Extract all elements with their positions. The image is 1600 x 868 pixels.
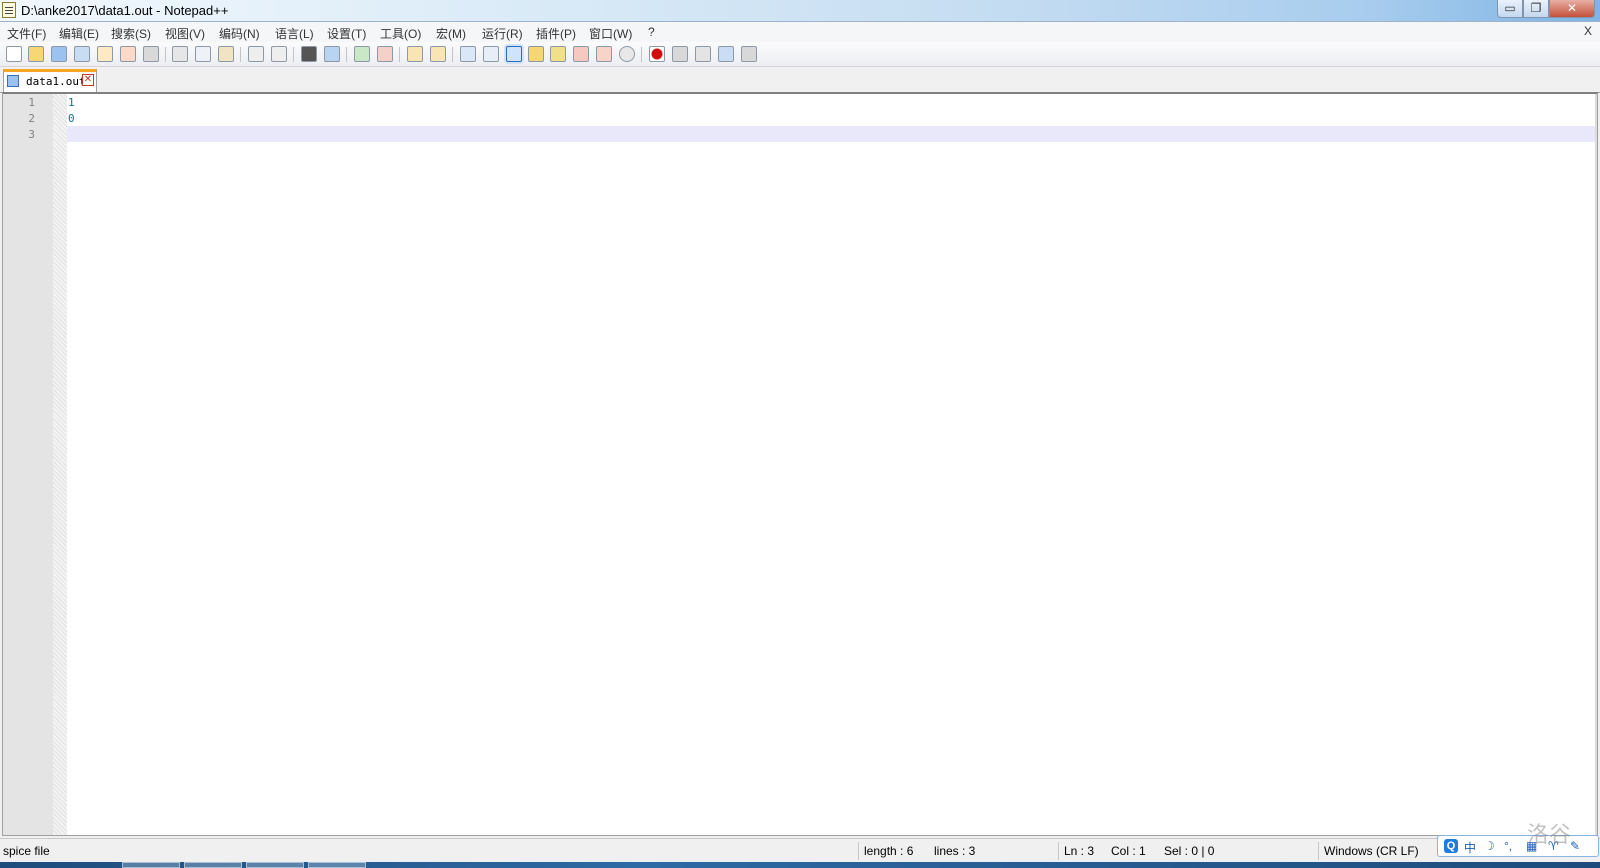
fold-margin[interactable] — [53, 94, 67, 835]
user-language-icon[interactable] — [528, 46, 544, 62]
restore-button[interactable]: ❐ — [1523, 0, 1549, 18]
window-title: D:\anke2017\data1.out - Notepad++ — [21, 3, 229, 18]
monitoring-icon[interactable] — [619, 46, 635, 62]
play-macro-icon[interactable] — [695, 46, 711, 62]
close-window-button[interactable]: ✕ — [1549, 0, 1595, 18]
close-all-icon[interactable] — [120, 46, 136, 62]
menu-window[interactable]: 窗口(W) — [589, 25, 632, 42]
sync-vertical-icon[interactable] — [407, 46, 423, 62]
tab-data1-out[interactable]: data1.out ✕ — [3, 69, 97, 92]
sync-horizontal-icon[interactable] — [430, 46, 446, 62]
show-all-chars-icon[interactable] — [483, 46, 499, 62]
punctuation-toggle[interactable]: °, — [1504, 839, 1512, 853]
close-document-button[interactable]: X — [1584, 24, 1592, 38]
ime-mode-toggle[interactable]: 中 — [1464, 839, 1476, 856]
run-macro-multiple-icon[interactable] — [718, 46, 734, 62]
toolbar-separator — [165, 47, 166, 62]
record-macro-icon[interactable] — [649, 46, 665, 62]
toolbar-separator — [399, 47, 400, 62]
toolbar-separator — [346, 47, 347, 62]
replace-icon[interactable] — [324, 46, 340, 62]
word-wrap-icon[interactable] — [460, 46, 476, 62]
menu-macro[interactable]: 宏(M) — [436, 25, 466, 42]
menu-settings[interactable]: 设置(T) — [327, 25, 366, 42]
indent-guide-icon[interactable] — [506, 46, 522, 62]
toolbar-separator — [293, 47, 294, 62]
menu-encoding[interactable]: 编码(N) — [219, 25, 260, 42]
code-line[interactable]: 1 — [68, 96, 75, 109]
save-icon[interactable] — [51, 46, 67, 62]
menu-run[interactable]: 运行(R) — [482, 25, 523, 42]
line-number: 3 — [28, 128, 35, 141]
close-tab-icon[interactable]: ✕ — [82, 74, 94, 86]
menu-file[interactable]: 文件(F) — [7, 25, 46, 42]
tools-icon[interactable]: ✎ — [1570, 839, 1580, 853]
taskbar-button[interactable] — [246, 862, 304, 868]
status-separator — [1318, 842, 1319, 860]
paste-icon[interactable] — [218, 46, 234, 62]
status-eol-format[interactable]: Windows (CR LF) — [1324, 844, 1419, 858]
menu-search[interactable]: 搜索(S) — [111, 25, 151, 42]
menu-edit[interactable]: 编辑(E) — [59, 25, 99, 42]
minimize-button[interactable]: ▭ — [1497, 0, 1523, 18]
tab-label: data1.out — [26, 75, 86, 88]
copy-icon[interactable] — [195, 46, 211, 62]
title-bar: D:\anke2017\data1.out - Notepad++ ▭ ❐ ✕ — [0, 0, 1600, 22]
zoom-in-icon[interactable] — [354, 46, 370, 62]
folder-as-workspace-icon[interactable] — [596, 46, 612, 62]
taskbar-button[interactable] — [122, 862, 180, 868]
status-line-number: Ln : 3 — [1064, 844, 1095, 858]
zoom-out-icon[interactable] — [377, 46, 393, 62]
status-separator — [858, 842, 859, 860]
open-file-icon[interactable] — [28, 46, 44, 62]
ime-logo-icon[interactable]: Q — [1444, 839, 1458, 853]
watermark-logo: 洛谷 — [1527, 823, 1572, 848]
taskbar-button[interactable] — [308, 862, 366, 868]
save-macro-icon[interactable] — [741, 46, 757, 62]
code-line[interactable]: 0 — [68, 112, 75, 125]
function-list-icon[interactable] — [573, 46, 589, 62]
moon-icon[interactable]: ☽ — [1484, 839, 1495, 853]
menu-bar: 文件(F) 编辑(E) 搜索(S) 视图(V) 编码(N) 语言(L) 设置(T… — [0, 22, 1600, 43]
line-number-margin — [3, 94, 53, 835]
status-length: length : 6 — [864, 844, 914, 858]
close-icon[interactable] — [97, 46, 113, 62]
new-file-icon[interactable] — [6, 46, 22, 62]
ime-toolbar: Q 中 ☽ °, ▦ ♈ ✎ — [1437, 835, 1599, 857]
status-file-type: spice file — [3, 844, 50, 858]
editor-right-edge — [1595, 94, 1597, 835]
status-lines: lines : 3 — [934, 844, 976, 858]
status-column: Col : 1 — [1111, 844, 1146, 858]
save-all-icon[interactable] — [74, 46, 90, 62]
status-selection: Sel : 0 | 0 — [1164, 844, 1215, 858]
doc-map-icon[interactable] — [550, 46, 566, 62]
taskbar-button[interactable] — [184, 862, 242, 868]
redo-icon[interactable] — [271, 46, 287, 62]
undo-icon[interactable] — [248, 46, 264, 62]
editor-area[interactable]: 1 2 3 1 0 — [2, 92, 1598, 836]
menu-help[interactable]: ? — [648, 25, 655, 39]
stop-macro-icon[interactable] — [672, 46, 688, 62]
status-separator — [1058, 842, 1059, 860]
menu-language[interactable]: 语言(L) — [275, 25, 314, 42]
document-tab-bar: data1.out ✕ — [0, 67, 1600, 93]
find-icon[interactable] — [301, 46, 317, 62]
line-number: 1 — [28, 96, 35, 109]
current-line-highlight — [67, 126, 1597, 142]
menu-view[interactable]: 视图(V) — [165, 25, 205, 42]
menu-plugins[interactable]: 插件(P) — [536, 25, 576, 42]
toolbar-separator — [240, 47, 241, 62]
notepad-app-icon[interactable] — [2, 2, 16, 18]
cut-icon[interactable] — [172, 46, 188, 62]
status-bar: spice file length : 6 lines : 3 Ln : 3 C… — [0, 838, 1600, 863]
menu-tools[interactable]: 工具(O) — [380, 25, 421, 42]
taskbar — [0, 862, 1600, 868]
toolbar-separator — [641, 47, 642, 62]
line-number: 2 — [28, 112, 35, 125]
toolbar-separator — [452, 47, 453, 62]
toolbar — [0, 42, 1600, 67]
print-icon[interactable] — [143, 46, 159, 62]
save-state-icon — [7, 75, 19, 87]
